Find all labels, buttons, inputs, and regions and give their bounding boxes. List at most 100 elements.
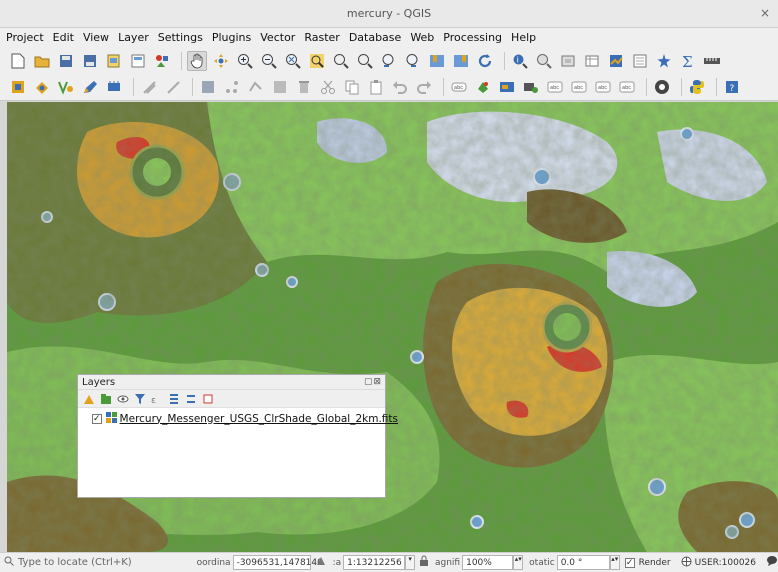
lock-icon[interactable] bbox=[419, 555, 429, 570]
label-highlight-icon[interactable] bbox=[497, 77, 517, 97]
filter-icon[interactable] bbox=[133, 392, 147, 406]
save-edits-icon[interactable] bbox=[139, 77, 159, 97]
scale-dropdown-icon[interactable]: ▾ bbox=[405, 555, 415, 570]
identify-icon[interactable]: i bbox=[510, 51, 530, 71]
magnifier-field[interactable]: 100% bbox=[462, 555, 514, 570]
zoom-native-icon[interactable] bbox=[355, 51, 375, 71]
menu-layer[interactable]: Layer bbox=[118, 31, 149, 44]
menu-view[interactable]: View bbox=[83, 31, 109, 44]
copy-icon[interactable] bbox=[342, 77, 362, 97]
crs-globe-icon[interactable] bbox=[681, 556, 692, 570]
filter-legend-icon[interactable]: ε bbox=[150, 392, 164, 406]
vertex-tool-icon[interactable] bbox=[198, 77, 218, 97]
data-source-manager-icon[interactable] bbox=[8, 77, 28, 97]
sum-icon[interactable] bbox=[630, 51, 650, 71]
rotation-field[interactable]: 0.0 ° bbox=[556, 555, 610, 570]
zoom-full-icon[interactable] bbox=[283, 51, 303, 71]
menu-vector[interactable]: Vector bbox=[260, 31, 295, 44]
locator-search-input[interactable]: Type to locate (Ctrl+K) bbox=[4, 555, 191, 571]
label-show-hide-icon[interactable] bbox=[521, 77, 541, 97]
ruler-icon[interactable] bbox=[654, 51, 674, 71]
messages-icon[interactable] bbox=[766, 555, 778, 570]
style-manager-icon[interactable] bbox=[152, 51, 172, 71]
menu-edit[interactable]: Edit bbox=[53, 31, 74, 44]
label-rotate-icon[interactable]: abc bbox=[569, 77, 589, 97]
add-point-icon[interactable] bbox=[163, 77, 183, 97]
panel-window-buttons[interactable]: ▢⊠ bbox=[364, 377, 382, 387]
menu-help[interactable]: Help bbox=[511, 31, 536, 44]
label-icon[interactable]: abc bbox=[449, 77, 469, 97]
edit-pencil-icon[interactable] bbox=[80, 77, 100, 97]
pan-icon[interactable] bbox=[187, 50, 207, 71]
pan-to-selection-icon[interactable] bbox=[211, 51, 231, 71]
zoom-next-icon[interactable] bbox=[403, 51, 423, 71]
label-move-icon[interactable]: abc bbox=[545, 77, 565, 97]
layer-row[interactable]: ✓ Mercury_Messenger_USGS_ClrShade_Global… bbox=[78, 410, 398, 427]
layers-panel-title: Layers bbox=[82, 376, 116, 388]
undo-icon[interactable] bbox=[390, 77, 410, 97]
coordinate-field[interactable]: -3096531,1478140 bbox=[232, 555, 323, 570]
menu-database[interactable]: Database bbox=[349, 31, 402, 44]
show-bookmarks-icon[interactable] bbox=[451, 51, 471, 71]
zoom-last-icon[interactable] bbox=[379, 51, 399, 71]
menu-project[interactable]: Project bbox=[6, 31, 44, 44]
new-layer-icon[interactable] bbox=[32, 77, 52, 97]
rotation-spinner[interactable]: ▴▾ bbox=[609, 555, 620, 570]
vertex-tool-icon[interactable] bbox=[222, 77, 242, 97]
layer-name[interactable]: Mercury_Messenger_USGS_ClrShade_Global_2… bbox=[120, 413, 398, 425]
zoom-selection-icon[interactable] bbox=[307, 51, 327, 71]
render-checkbox[interactable]: ✓ bbox=[624, 557, 635, 568]
svg-text:Σ: Σ bbox=[682, 53, 693, 69]
refresh-icon[interactable] bbox=[475, 51, 495, 71]
toggle-editing-icon[interactable] bbox=[104, 77, 124, 97]
save-project-icon[interactable] bbox=[56, 51, 76, 71]
paste-icon[interactable] bbox=[366, 77, 386, 97]
delete-selected-icon[interactable] bbox=[270, 77, 290, 97]
add-group-icon[interactable] bbox=[99, 392, 113, 406]
deselect-icon[interactable] bbox=[558, 51, 578, 71]
expand-all-icon[interactable] bbox=[167, 392, 181, 406]
select-features-icon[interactable] bbox=[534, 51, 554, 71]
menu-plugins[interactable]: Plugins bbox=[212, 31, 251, 44]
coordinate-label: oordina bbox=[196, 557, 231, 568]
new-bookmark-icon[interactable] bbox=[427, 51, 447, 71]
collapse-all-icon[interactable] bbox=[184, 392, 198, 406]
extents-icon[interactable] bbox=[315, 555, 327, 570]
redo-icon[interactable] bbox=[414, 77, 434, 97]
scale-field[interactable]: 1:13212256 bbox=[343, 555, 406, 570]
zoom-out-icon[interactable] bbox=[259, 51, 279, 71]
layout-manager-icon[interactable] bbox=[128, 51, 148, 71]
help-icon[interactable]: ? bbox=[722, 77, 742, 97]
menu-web[interactable]: Web bbox=[410, 31, 434, 44]
ruler-icon[interactable] bbox=[702, 51, 722, 71]
new-project-icon[interactable] bbox=[8, 51, 28, 71]
save-as-icon[interactable] bbox=[80, 51, 100, 71]
style-icon[interactable] bbox=[82, 392, 96, 406]
visibility-eye-icon[interactable] bbox=[116, 392, 130, 406]
close-window-icon[interactable]: × bbox=[760, 6, 770, 20]
menu-settings[interactable]: Settings bbox=[158, 31, 203, 44]
digitize-icon[interactable] bbox=[56, 77, 76, 97]
zoom-in-icon[interactable] bbox=[235, 51, 255, 71]
sum-icon[interactable]: Σ bbox=[678, 51, 698, 71]
crs-label[interactable]: USER:100026 bbox=[695, 558, 756, 568]
delete-selected-icon[interactable] bbox=[294, 77, 314, 97]
menu-raster[interactable]: Raster bbox=[304, 31, 339, 44]
magnifier-spinner[interactable]: ▴▾ bbox=[513, 555, 524, 570]
cut-icon[interactable] bbox=[318, 77, 338, 97]
new-print-layout-icon[interactable] bbox=[104, 51, 124, 71]
statistics-icon[interactable] bbox=[606, 51, 626, 71]
label-change-icon[interactable]: abc bbox=[593, 77, 613, 97]
remove-layer-icon[interactable] bbox=[201, 392, 215, 406]
python-icon[interactable] bbox=[687, 77, 707, 97]
layer-visibility-checkbox[interactable]: ✓ bbox=[92, 413, 102, 424]
menu-processing[interactable]: Processing bbox=[443, 31, 502, 44]
vertex-tool-icon[interactable] bbox=[246, 77, 266, 97]
open-attribute-table-icon[interactable] bbox=[582, 51, 602, 71]
label-pin-icon[interactable] bbox=[473, 77, 493, 97]
open-project-icon[interactable] bbox=[32, 51, 52, 71]
zoom-layer-icon[interactable] bbox=[331, 51, 351, 71]
status-bar: Type to locate (Ctrl+K) oordina -3096531… bbox=[0, 552, 778, 572]
python-console-icon[interactable] bbox=[652, 77, 672, 97]
label-change-icon[interactable]: abc bbox=[617, 77, 637, 97]
